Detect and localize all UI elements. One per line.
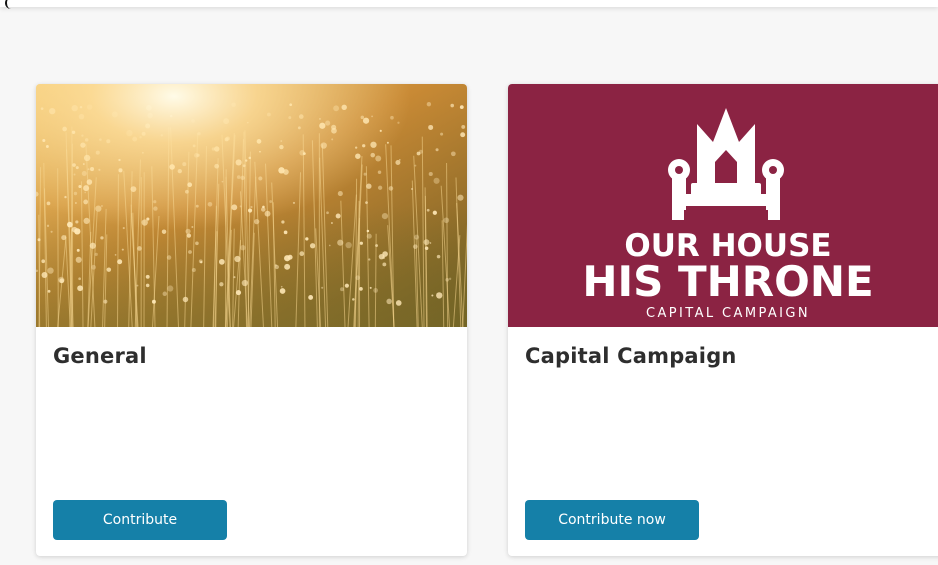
campaign-logo: OUR HOUSE HIS THRONE CAPITAL CAMPAIGN — [582, 108, 874, 321]
card-title: Capital Campaign — [525, 344, 737, 368]
card-image-campaign-logo: OUR HOUSE HIS THRONE CAPITAL CAMPAIGN — [508, 84, 938, 327]
card-image-grass — [36, 84, 467, 327]
page-edge-mark — [5, 0, 13, 9]
fund-card-general: General Contribute — [36, 84, 467, 556]
throne-crown-icon — [668, 108, 784, 220]
fund-card-capital-campaign: OUR HOUSE HIS THRONE CAPITAL CAMPAIGN Ca… — [508, 84, 938, 556]
logo-line-3: CAPITAL CAMPAIGN — [646, 306, 810, 321]
contribute-button[interactable]: Contribute — [53, 500, 227, 540]
logo-line-2: HIS THRONE — [582, 257, 873, 306]
top-bar — [0, 0, 938, 9]
card-title: General — [53, 344, 147, 368]
contribute-now-button[interactable]: Contribute now — [525, 500, 699, 540]
grass-photo — [36, 84, 467, 327]
